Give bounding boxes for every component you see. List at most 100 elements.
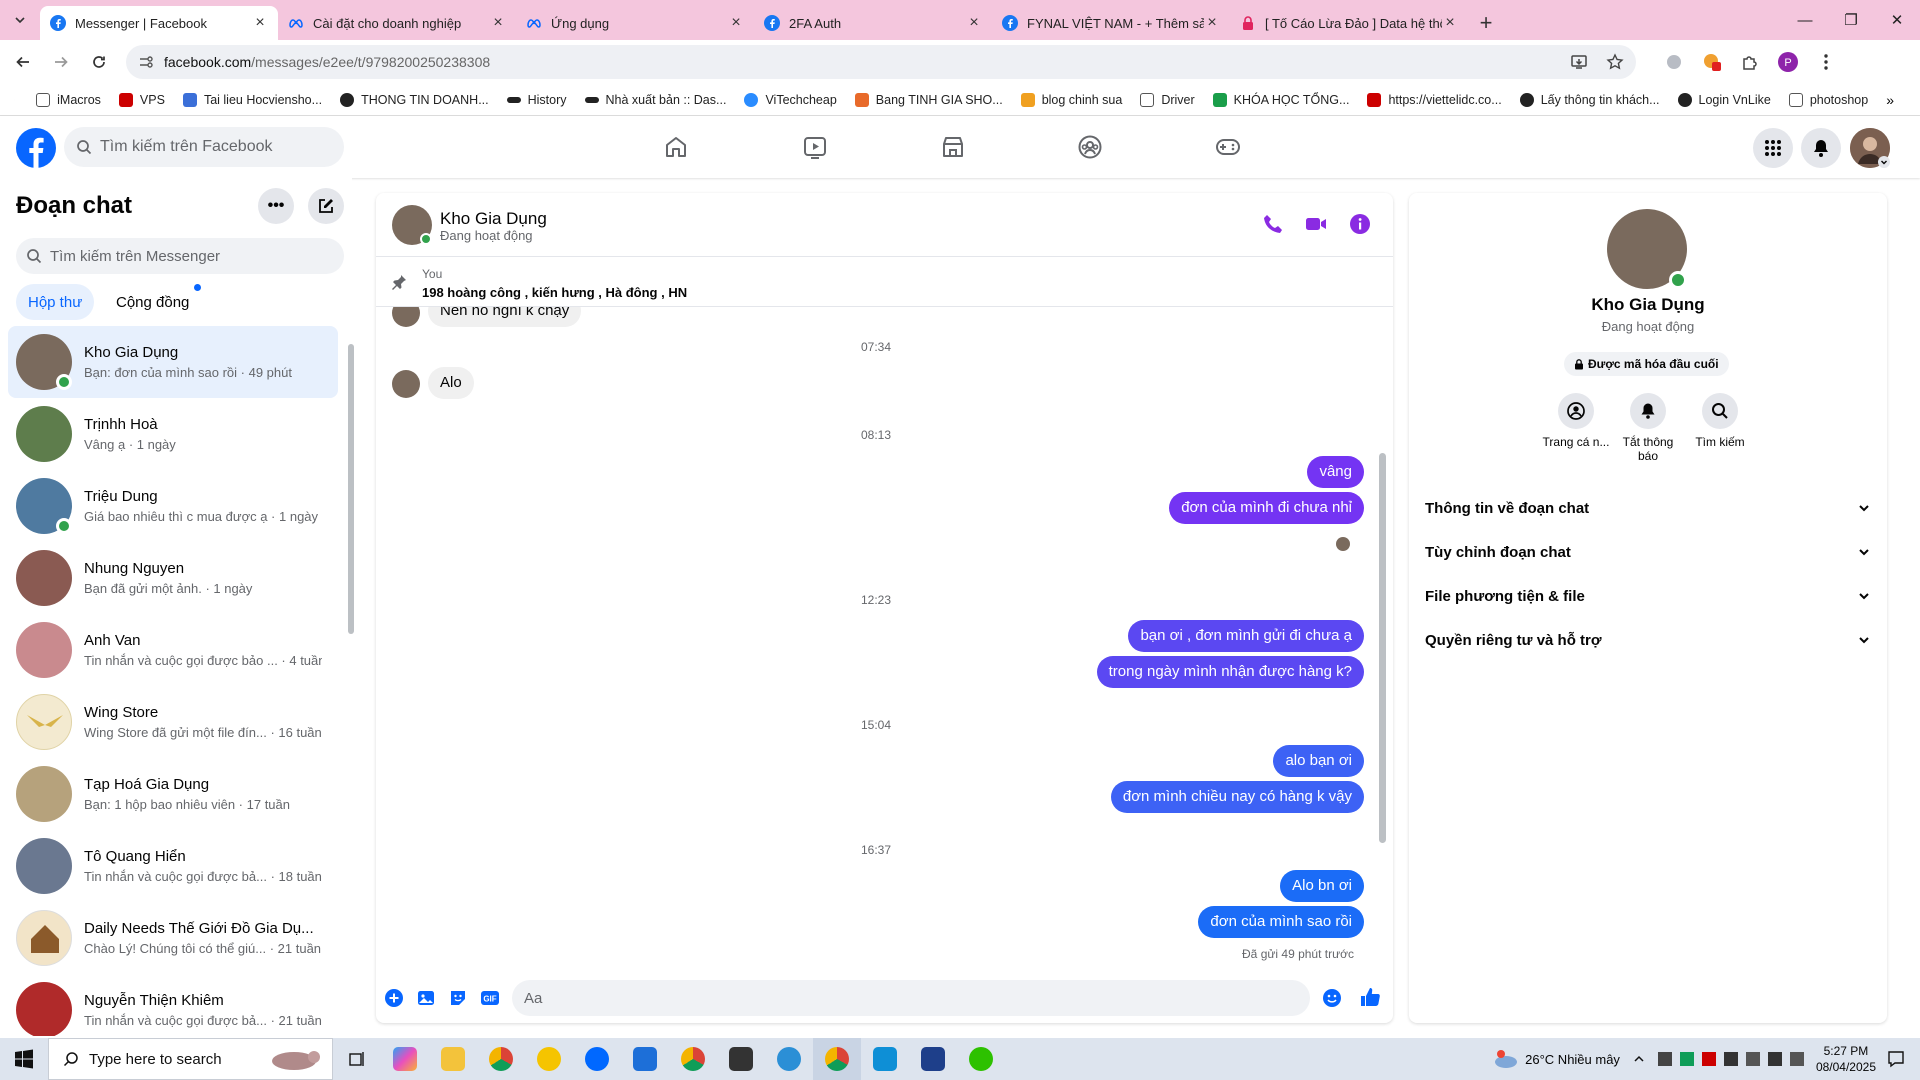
message-out[interactable]: trong ngày mình nhận được hàng k? — [1096, 656, 1364, 688]
chat-item-daily-needs[interactable]: Daily Needs Thế Giới Đồ Gia Dụ... Chào Lý… — [8, 902, 338, 974]
conversation-name[interactable]: Kho Gia Dụng — [440, 209, 547, 229]
weather-text[interactable]: 26°C Nhiều mây — [1525, 1052, 1620, 1067]
taskbar-app-explorer[interactable] — [429, 1038, 477, 1080]
bookmark-bang-tinh-gia[interactable]: Bang TINH GIA SHO... — [854, 92, 1003, 107]
chat-item-trieu-dung[interactable]: Triệu Dung Giá bao nhiêu thì c mua được ạ… — [8, 470, 338, 542]
start-button[interactable] — [0, 1038, 48, 1080]
bookmark-star-icon[interactable] — [1606, 53, 1624, 71]
forward-button[interactable] — [46, 47, 76, 77]
tab-search-button[interactable] — [0, 0, 40, 40]
browser-tab-business-settings[interactable]: Cài đặt cho doanh nghiệp × — [278, 6, 516, 40]
message-out[interactable]: đơn mình chiều nay có hàng k vậy — [1110, 781, 1364, 813]
account-avatar[interactable] — [1850, 128, 1890, 168]
section-chat-info[interactable]: Thông tin về đoạn chat — [1425, 490, 1871, 526]
browser-tab-apps[interactable]: Ứng dụng × — [516, 6, 754, 40]
chat-item-wing-store[interactable]: Wing Store Wing Store đã gửi một file đín… — [8, 686, 338, 758]
chat-item-nhung-nguyen[interactable]: Nhung Nguyen Bạn đã gửi một ảnh. · 1 ngày — [8, 542, 338, 614]
message-out[interactable]: đơn của mình sao rồi — [1198, 906, 1364, 938]
maximize-button[interactable]: ❐ — [1828, 0, 1874, 40]
nav-home[interactable] — [656, 128, 696, 166]
chat-item-nguyen-thien-khiem[interactable]: Nguyễn Thiện Khiêm Tin nhắn và cuộc gọi đ… — [8, 974, 338, 1036]
emoji-icon[interactable] — [1322, 988, 1342, 1008]
message-out[interactable]: đơn của mình đi chưa nhỉ — [1169, 492, 1364, 524]
new-message-button[interactable] — [308, 188, 344, 224]
close-tab-icon[interactable]: × — [728, 14, 744, 32]
bookmark-tai-lieu[interactable]: Tai lieu Hocviensho... — [182, 92, 322, 107]
browser-tab-2fa[interactable]: 2FA Auth × — [754, 6, 992, 40]
message-in[interactable]: Alo — [428, 367, 474, 399]
taskbar-app-chrome-active[interactable] — [813, 1038, 861, 1080]
tray-icons[interactable] — [1656, 1050, 1806, 1068]
nav-video[interactable] — [795, 128, 835, 166]
taskbar-app-blue[interactable] — [621, 1038, 669, 1080]
close-window-button[interactable]: ✕ — [1874, 0, 1920, 40]
mute-action[interactable]: Tắt thông báo — [1613, 393, 1683, 463]
browser-tab-messenger[interactable]: Messenger | Facebook × — [40, 6, 278, 40]
install-app-icon[interactable] — [1570, 53, 1588, 71]
like-icon[interactable] — [1359, 986, 1381, 1008]
browser-menu-button[interactable] — [1812, 48, 1840, 76]
sticker-icon[interactable] — [448, 988, 468, 1008]
nav-groups[interactable] — [1070, 128, 1110, 166]
clock[interactable]: 5:27 PM 08/04/2025 — [1816, 1043, 1876, 1075]
tab-community[interactable]: Cộng đồng — [104, 284, 201, 320]
bookmark-history[interactable]: History — [506, 93, 567, 107]
bookmark-photoshop[interactable]: photoshop — [1788, 92, 1868, 107]
encryption-badge[interactable]: Được mã hóa đầu cuối — [1564, 352, 1729, 376]
section-privacy-support[interactable]: Quyền riêng tư và hỗ trợ — [1425, 622, 1871, 658]
more-bookmarks-icon[interactable]: » — [1886, 92, 1894, 108]
close-tab-icon[interactable]: × — [1204, 14, 1220, 32]
menu-button[interactable] — [1753, 128, 1793, 168]
bookmark-imacros[interactable]: iMacros — [36, 92, 101, 107]
taskbar-app-yellow[interactable] — [525, 1038, 573, 1080]
pinned-message-bar[interactable]: You 198 hoàng công , kiến hưng , Hà đông… — [376, 257, 1393, 307]
profile-button[interactable]: P — [1774, 48, 1802, 76]
messenger-search-input[interactable]: Tìm kiếm trên Messenger — [16, 238, 344, 274]
bookmark-vitechcheap[interactable]: ViTechcheap — [744, 92, 837, 107]
taskbar-app-box[interactable] — [861, 1038, 909, 1080]
new-tab-button[interactable]: + — [1468, 6, 1504, 40]
bookmark-thong-tin[interactable]: THONG TIN DOANH... — [340, 92, 489, 107]
plus-icon[interactable] — [384, 988, 404, 1008]
chat-list-scrollbar[interactable] — [348, 344, 354, 634]
chat-item-anh-van[interactable]: Anh Van Tin nhắn và cuộc gọi được bảo ...… — [8, 614, 338, 686]
bookmark-driver[interactable]: Driver — [1140, 92, 1195, 107]
taskbar-app-chrome-1[interactable] — [477, 1038, 525, 1080]
extensions-button[interactable] — [1736, 48, 1764, 76]
close-tab-icon[interactable]: × — [1442, 14, 1458, 32]
gif-icon[interactable]: GIF — [480, 988, 500, 1008]
taskbar-search-input[interactable]: Type here to search — [48, 1038, 333, 1080]
facebook-search-input[interactable]: Tìm kiếm trên Facebook — [64, 127, 344, 167]
bookmark-khoa-hoc[interactable]: KHÓA HỌC TỔNG... — [1212, 92, 1349, 107]
bookmark-blog[interactable]: blog chinh sua — [1020, 92, 1122, 107]
close-tab-icon[interactable]: × — [966, 14, 982, 32]
bookmark-viettelidc[interactable]: https://viettelidc.co... — [1367, 92, 1502, 107]
minimize-button[interactable]: — — [1782, 0, 1828, 40]
message-out[interactable]: bạn ơi , đơn mình gửi đi chưa ạ — [1128, 620, 1364, 652]
nav-gaming[interactable] — [1208, 128, 1248, 166]
task-view-button[interactable] — [333, 1038, 381, 1080]
chat-item-kho-gia-dung[interactable]: Kho Gia Dụng Bạn: đơn của mình sao rồi · … — [8, 326, 338, 398]
chat-item-tap-hoa-gia-dung[interactable]: Tạp Hoá Gia Dụng Bạn: 1 hộp bao nhiêu viê… — [8, 758, 338, 830]
browser-tab-report[interactable]: [ Tố Cáo Lừa Đảo ] Data hệ thốn × — [1230, 6, 1468, 40]
bookmark-vps[interactable]: VPS — [118, 92, 165, 107]
video-call-icon[interactable] — [1305, 213, 1327, 235]
chevron-up-icon[interactable] — [1632, 1052, 1646, 1066]
message-out[interactable]: vâng — [1307, 456, 1364, 488]
search-action[interactable]: Tìm kiếm — [1685, 393, 1755, 449]
bookmark-login-vnlike[interactable]: Login VnLike — [1677, 92, 1771, 107]
section-customize-chat[interactable]: Tùy chỉnh đoạn chat — [1425, 534, 1871, 570]
taskbar-app-dark[interactable] — [717, 1038, 765, 1080]
message-out[interactable]: alo bạn ơi — [1273, 745, 1364, 777]
close-tab-icon[interactable]: × — [490, 14, 506, 32]
taskbar-app-remote[interactable] — [909, 1038, 957, 1080]
taskbar-app-teal[interactable] — [765, 1038, 813, 1080]
conversation-avatar[interactable] — [392, 205, 432, 245]
tab-inbox[interactable]: Hộp thư — [16, 284, 95, 320]
taskbar-app-copilot[interactable] — [381, 1038, 429, 1080]
notification-center-icon[interactable] — [1886, 1049, 1906, 1069]
taskbar-app-wechat[interactable] — [957, 1038, 1005, 1080]
bookmark-nha-xuat-ban[interactable]: Nhà xuất bản :: Das... — [584, 93, 726, 107]
reload-button[interactable] — [84, 47, 114, 77]
photo-icon[interactable] — [416, 988, 436, 1008]
